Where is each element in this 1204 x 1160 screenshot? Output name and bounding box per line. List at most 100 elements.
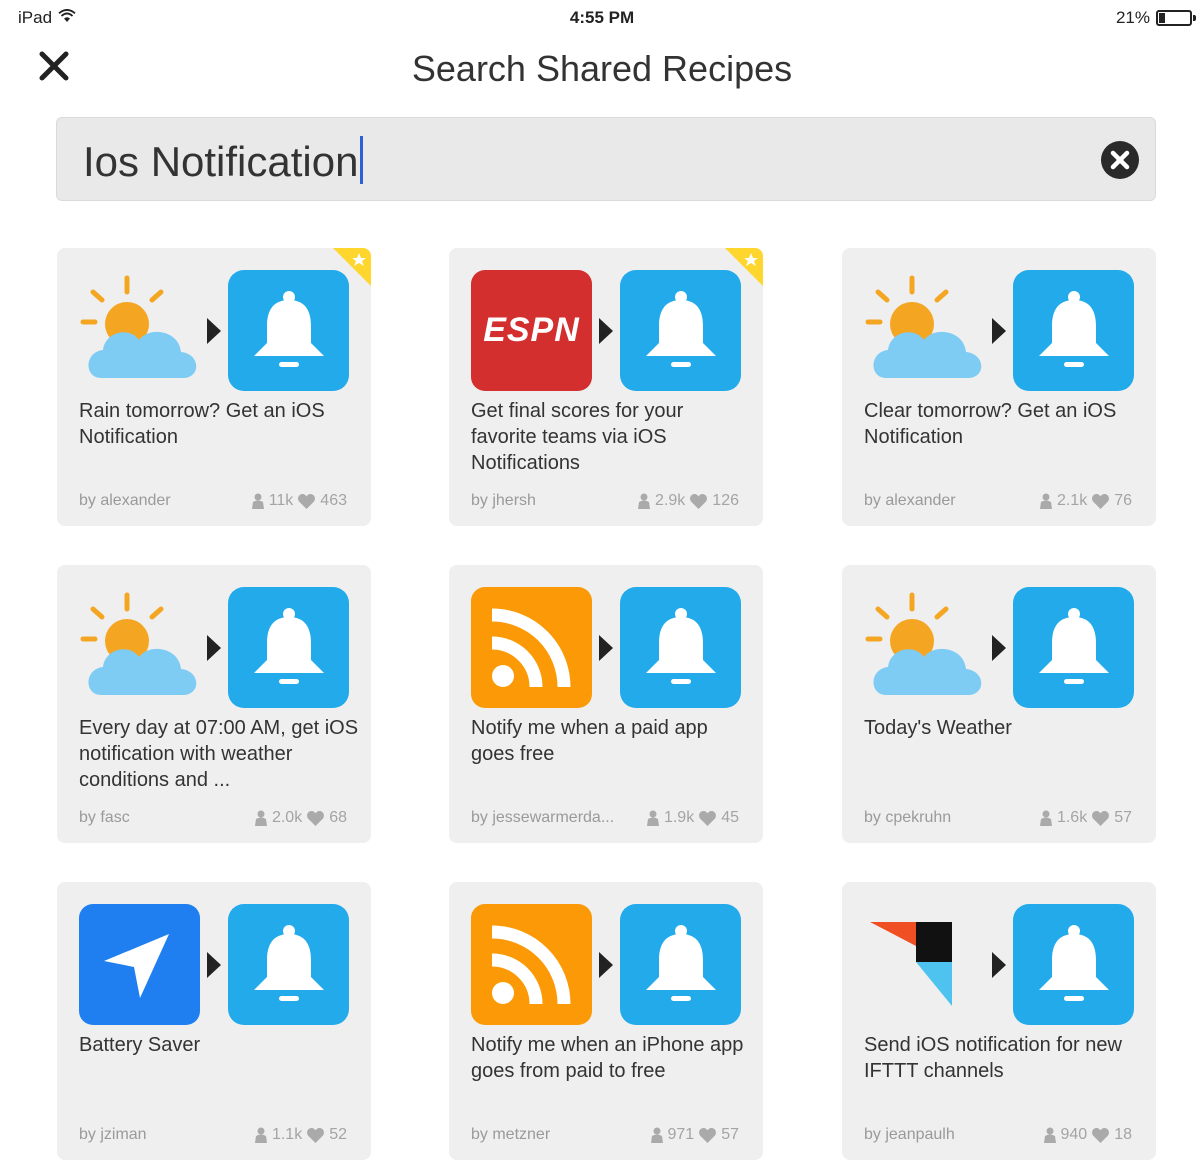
recipe-stats: 971 57 [650,1126,739,1144]
search-value: Ios Notification [83,138,359,185]
likes-count: 76 [1114,492,1132,509]
recipe-author[interactable]: by cpekruhn [864,809,951,827]
arrow-right-icon [599,635,613,661]
recipe-author[interactable]: by metzner [471,1126,550,1144]
uses-count: 971 [667,1126,695,1143]
ifttt-icon [864,904,985,1025]
uses-count: 940 [1060,1126,1088,1143]
recipe-card[interactable]: Notify me when a paid app goes free by je… [449,565,763,843]
page-title: Search Shared Recipes [411,48,793,89]
uses-count: 2.0k [271,809,303,826]
featured-star-icon [725,248,763,286]
arrow-right-icon [992,635,1006,661]
recipe-card[interactable]: Battery Saver by jziman 1.1k 52 [57,882,371,1160]
recipe-card[interactable]: ESPN Get final scores for your favorite t… [449,248,763,526]
notification-bell-icon [620,270,741,391]
user-count-icon [650,1127,663,1143]
likes-count: 45 [721,809,739,826]
heart-icon [1092,810,1110,826]
recipe-stats: 940 18 [1043,1126,1132,1144]
likes-count: 126 [712,492,739,509]
recipe-stats: 11k 463 [251,492,347,510]
user-count-icon [254,1127,267,1143]
user-count-icon [638,493,651,509]
recipe-author[interactable]: by alexander [79,492,171,510]
recipe-description: Notify me when a paid app goes free [471,717,708,765]
notification-bell-icon [620,904,741,1025]
notification-bell-icon [620,587,741,708]
status-bar: iPad 4:55 PM 21% [0,0,1204,36]
uses-count: 2.1k [1056,492,1088,509]
recipe-stats: 2.9k 126 [638,492,739,510]
heart-icon [1092,493,1110,509]
likes-count: 57 [721,1126,739,1143]
location-icon [79,904,200,1025]
notification-bell-icon [228,904,349,1025]
arrow-right-icon [207,635,221,661]
battery-icon [1156,10,1196,26]
heart-icon [690,493,708,509]
likes-count: 18 [1114,1126,1132,1143]
recipe-author[interactable]: by fasc [79,809,130,827]
recipe-stats: 1.6k 57 [1039,809,1132,827]
header: Search Shared Recipes [0,36,1204,106]
uses-count: 1.6k [1056,809,1088,826]
recipe-description: Battery Saver [79,1034,201,1056]
recipe-card[interactable]: Today's Weather by cpekruhn 1.6k 57 [842,565,1156,843]
recipe-card[interactable]: Clear tomorrow? Get an iOS Notification b… [842,248,1156,526]
recipe-stats: 1.1k 52 [254,1126,347,1144]
clear-search-button[interactable] [1100,140,1140,180]
user-count-icon [1043,1127,1056,1143]
status-time: 4:55 PM [569,8,635,27]
rss-icon [471,587,592,708]
notification-bell-icon [228,270,349,391]
user-count-icon [254,810,267,826]
recipe-description: Clear tomorrow? Get an iOS Notification [864,400,1117,448]
recipe-card[interactable]: Notify me when an iPhone app goes from p… [449,882,763,1160]
likes-count: 52 [329,1126,347,1143]
notification-bell-icon [1013,904,1134,1025]
heart-icon [699,1127,717,1143]
likes-count: 463 [320,492,347,509]
uses-count: 1.9k [663,809,695,826]
heart-icon [298,493,316,509]
arrow-right-icon [992,952,1006,978]
recipe-author[interactable]: by jhersh [471,492,536,510]
battery-level [1159,13,1165,23]
recipe-card[interactable]: Send iOS notification for new IFTTT chan… [842,882,1156,1160]
recipe-author[interactable]: by jeanpaulh [864,1126,955,1144]
heart-icon [307,1127,325,1143]
recipe-stats: 2.0k 68 [254,809,347,827]
uses-count: 2.9k [655,492,686,509]
user-count-icon [251,493,264,509]
espn-logo-text: ESPN [483,311,580,349]
recipe-description: Every day at 07:00 AM, get iOS notificat… [79,717,359,791]
recipe-author[interactable]: by jessewarmerda... [471,809,614,827]
arrow-right-icon [599,318,613,344]
arrow-right-icon [992,318,1006,344]
user-count-icon [1039,493,1052,509]
recipe-author[interactable]: by jziman [79,1126,147,1144]
arrow-right-icon [207,952,221,978]
recipe-stats: 2.1k 76 [1039,492,1132,510]
clear-search-icon [1101,141,1139,179]
recipe-card[interactable]: Rain tomorrow? Get an iOS Notification by… [57,248,371,526]
recipe-description: Send iOS notification for new IFTTT chan… [864,1034,1122,1082]
likes-count: 57 [1114,809,1132,826]
uses-count: 1.1k [271,1126,303,1143]
espn-icon: ESPN [471,270,592,391]
weather-icon [79,270,200,391]
recipe-stats: 1.9k 45 [646,809,739,827]
user-count-icon [646,810,659,826]
arrow-right-icon [599,952,613,978]
heart-icon [1092,1127,1110,1143]
rss-icon [471,904,592,1025]
notification-bell-icon [228,587,349,708]
search-field[interactable]: Ios Notification [83,136,364,186]
recipe-card[interactable]: Every day at 07:00 AM, get iOS notificat… [57,565,371,843]
weather-icon [79,587,200,708]
search-input[interactable]: Ios Notification [56,117,1156,201]
recipe-author[interactable]: by alexander [864,492,956,510]
recipe-description: Get final scores for your favorite teams… [471,400,684,474]
text-caret [360,136,364,184]
